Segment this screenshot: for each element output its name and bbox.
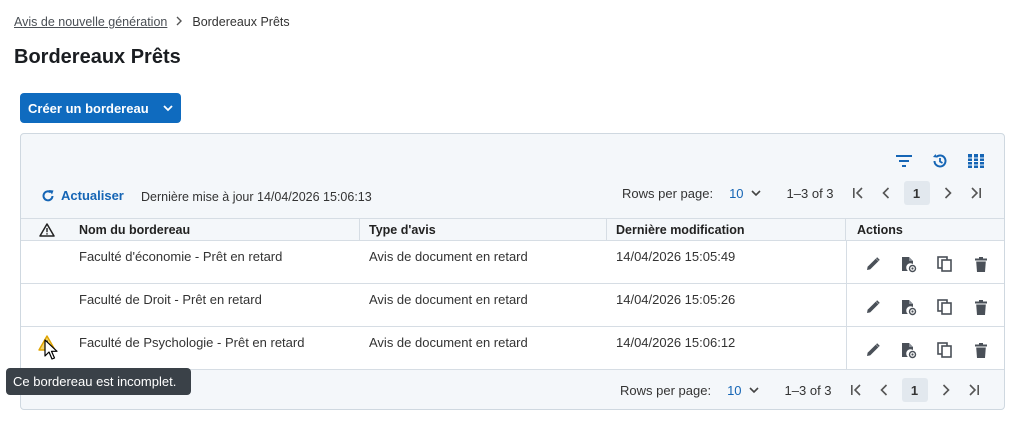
chevron-down-icon: [748, 386, 759, 393]
document-preview-icon: [901, 342, 916, 358]
document-preview-icon: [901, 256, 916, 272]
copy-icon: [937, 299, 952, 315]
warning-icon: [38, 222, 55, 237]
row-modified: 14/04/2026 15:05:26: [616, 292, 736, 307]
refresh-button[interactable]: Actualiser: [41, 188, 124, 203]
last-page-button[interactable]: [960, 378, 988, 402]
incomplete-tooltip: Ce bordereau est incomplet.: [6, 368, 191, 395]
table-header: Nom du bordereau Type d'avis Dernière mo…: [21, 218, 1004, 241]
row-actions: [846, 327, 1004, 369]
trash-icon: [974, 299, 987, 315]
preview-button[interactable]: [896, 296, 921, 318]
chevron-right-icon: [176, 16, 183, 29]
breadcrumb: Avis de nouvelle génération Bordereaux P…: [14, 15, 290, 29]
mouse-cursor-icon: [44, 339, 58, 360]
delete-button[interactable]: [968, 253, 993, 275]
first-page-button[interactable]: [842, 378, 870, 402]
current-page-button[interactable]: 1: [901, 378, 928, 402]
first-page-icon: [852, 187, 863, 199]
copy-button[interactable]: [932, 253, 957, 275]
column-header-name[interactable]: Nom du bordereau: [72, 218, 360, 241]
row-type: Avis de document en retard: [369, 335, 528, 350]
create-bordereau-label: Créer un bordereau: [28, 100, 149, 116]
copy-button[interactable]: [932, 339, 957, 361]
table-row[interactable]: Faculté de Psychologie - Prêt en retard …: [21, 327, 1004, 370]
previous-page-button[interactable]: [870, 378, 898, 402]
rows-per-page-select[interactable]: 10: [727, 382, 759, 398]
rows-per-page-label: Rows per page:: [622, 185, 714, 201]
chevron-down-icon: [750, 189, 761, 196]
pagination-bottom: Rows per page: 10 1–3 of 3 1: [620, 378, 988, 402]
row-name: Faculté d'économie - Prêt en retard: [79, 249, 283, 264]
delete-button[interactable]: [968, 296, 993, 318]
trash-icon: [974, 342, 987, 358]
copy-icon: [937, 342, 952, 358]
column-header-type[interactable]: Type d'avis: [360, 218, 607, 241]
column-header-modified[interactable]: Dernière modification: [607, 218, 846, 241]
row-name: Faculté de Psychologie - Prêt en retard: [79, 335, 305, 350]
chevron-down-icon: [163, 104, 173, 112]
rows-per-page-value: 10: [729, 185, 744, 201]
breadcrumb-current: Bordereaux Prêts: [192, 15, 290, 29]
edit-button[interactable]: [860, 296, 885, 318]
chevron-right-icon: [944, 187, 952, 199]
chevron-right-icon: [942, 384, 950, 396]
create-bordereau-button[interactable]: Créer un bordereau: [20, 93, 181, 123]
refresh-icon: [42, 189, 54, 201]
next-page-button[interactable]: [934, 181, 962, 205]
columns-icon[interactable]: [966, 151, 986, 171]
delete-button[interactable]: [968, 339, 993, 361]
history-icon[interactable]: [930, 151, 950, 171]
row-warning-cell: [21, 241, 72, 249]
refresh-label: Actualiser: [61, 188, 124, 203]
row-warning-cell: [21, 284, 72, 292]
last-page-icon: [968, 384, 979, 396]
row-type: Avis de document en retard: [369, 249, 528, 264]
row-name: Faculté de Droit - Prêt en retard: [79, 292, 262, 307]
warning-column-header: [21, 219, 72, 241]
trash-icon: [974, 256, 987, 272]
preview-button[interactable]: [896, 339, 921, 361]
table-row[interactable]: Faculté de Droit - Prêt en retard Avis d…: [21, 284, 1004, 327]
row-type: Avis de document en retard: [369, 292, 528, 307]
row-modified: 14/04/2026 15:05:49: [616, 249, 736, 264]
toolbar-icons: [894, 151, 986, 171]
pencil-icon: [866, 343, 880, 356]
pagination-range: 1–3 of 3: [786, 185, 834, 201]
chevron-left-icon: [881, 187, 889, 199]
last-page-button[interactable]: [962, 181, 990, 205]
pagination-range: 1–3 of 3: [784, 382, 832, 398]
pencil-icon: [866, 300, 880, 313]
last-page-icon: [970, 187, 981, 199]
preview-button[interactable]: [896, 253, 921, 275]
rows-per-page-label: Rows per page:: [620, 382, 712, 398]
next-page-button[interactable]: [932, 378, 960, 402]
copy-button[interactable]: [932, 296, 957, 318]
chevron-left-icon: [879, 384, 887, 396]
edit-button[interactable]: [860, 253, 885, 275]
last-update-text: Dernière mise à jour 14/04/2026 15:06:13: [141, 190, 372, 204]
rows-per-page-select[interactable]: 10: [729, 185, 761, 201]
table-row[interactable]: Faculté d'économie - Prêt en retard Avis…: [21, 241, 1004, 284]
breadcrumb-parent-link[interactable]: Avis de nouvelle génération: [14, 15, 167, 29]
pagination-top: Rows per page: 10 1–3 of 3 1: [622, 181, 990, 205]
rows-per-page-value: 10: [727, 382, 742, 398]
row-actions: [846, 284, 1004, 326]
pencil-icon: [866, 257, 880, 270]
copy-icon: [937, 256, 952, 272]
column-header-actions: Actions: [857, 222, 903, 237]
first-page-icon: [850, 384, 861, 396]
document-preview-icon: [901, 299, 916, 315]
current-page-button[interactable]: 1: [903, 181, 930, 205]
row-modified: 14/04/2026 15:06:12: [616, 335, 736, 350]
row-actions: [846, 241, 1004, 283]
filter-icon[interactable]: [894, 151, 914, 171]
first-page-button[interactable]: [844, 181, 872, 205]
page-title: Bordereaux Prêts: [14, 46, 181, 68]
previous-page-button[interactable]: [872, 181, 900, 205]
bordereaux-table: Nom du bordereau Type d'avis Dernière mo…: [21, 218, 1004, 370]
edit-button[interactable]: [860, 339, 885, 361]
